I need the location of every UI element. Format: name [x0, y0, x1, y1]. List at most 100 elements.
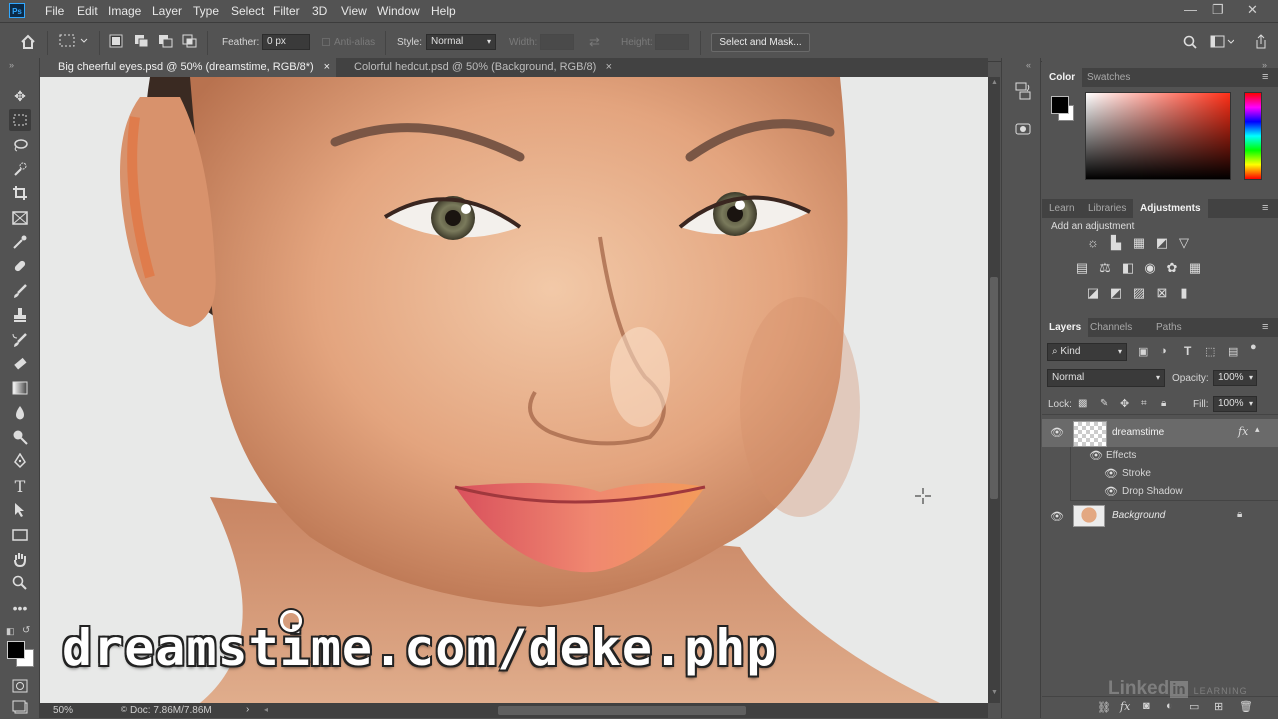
menu-image[interactable]: Image [108, 4, 141, 18]
history-brush-tool-icon[interactable] [9, 329, 31, 351]
panel-menu-icon[interactable]: ≡ [1262, 202, 1268, 214]
stamp-tool-icon[interactable] [9, 304, 31, 326]
hue-saturation-icon[interactable]: ▤ [1074, 261, 1090, 275]
levels-icon[interactable]: ▙ [1108, 236, 1124, 250]
layer-row-background[interactable]: 👁︎ Background 🔒︎ [1042, 504, 1278, 528]
lasso-tool-icon[interactable] [9, 134, 31, 156]
scroll-left-icon[interactable]: ◂ [264, 705, 268, 714]
move-tool-icon[interactable]: ✥ [9, 85, 31, 107]
brightness-icon[interactable]: ☼ [1085, 236, 1101, 250]
menu-edit[interactable]: Edit [77, 4, 98, 18]
filter-type-icon[interactable]: T [1184, 344, 1191, 358]
pen-tool-icon[interactable] [9, 450, 31, 472]
gradient-map-icon[interactable]: ▮ [1176, 286, 1192, 300]
menu-type[interactable]: Type [193, 4, 219, 18]
dodge-tool-icon[interactable] [9, 426, 31, 448]
antialias-checkbox[interactable] [322, 38, 330, 46]
color-lookup-icon[interactable]: ▦ [1187, 261, 1203, 275]
photo-filter-icon[interactable]: ◉ [1142, 261, 1158, 275]
style-select[interactable]: Normal ▾ [426, 34, 496, 50]
lock-artboard-icon[interactable]: ⌗ [1141, 398, 1147, 409]
subtract-selection-icon[interactable] [158, 34, 174, 48]
rectangle-tool-icon[interactable] [9, 524, 31, 546]
menu-file[interactable]: File [45, 4, 64, 18]
delete-layer-icon[interactable]: 🗑︎ [1239, 700, 1253, 713]
marquee-preset-icon[interactable] [59, 34, 89, 48]
close-window-button[interactable]: ✕ [1247, 2, 1258, 18]
restore-button[interactable]: ❐ [1212, 2, 1224, 18]
swap-dimensions-icon[interactable]: ⇄ [589, 34, 600, 50]
horizontal-scrollbar[interactable]: ◂ [262, 703, 988, 718]
close-tab-icon[interactable]: × [606, 58, 612, 77]
tab-color[interactable]: Color [1042, 68, 1083, 87]
document-canvas[interactable]: dreamstime.com/deke.php [40, 77, 988, 703]
history-panel-icon[interactable] [1015, 82, 1031, 100]
minimize-button[interactable]: — [1184, 2, 1197, 17]
properties-panel-icon[interactable] [1015, 120, 1031, 138]
quick-select-tool-icon[interactable] [9, 158, 31, 180]
tab-libraries[interactable]: Libraries [1081, 199, 1133, 218]
collapse-icon[interactable]: » [9, 60, 14, 70]
effect-drop-shadow[interactable]: Drop Shadow [1122, 486, 1183, 497]
scroll-down-icon[interactable]: ▼ [991, 689, 998, 696]
lock-transparent-icon[interactable]: ▩ [1078, 398, 1087, 409]
fx-badge-icon[interactable]: fx [1238, 425, 1248, 438]
selective-color-icon[interactable]: ⊠ [1154, 286, 1170, 300]
more-tools-icon[interactable]: ••• [9, 597, 31, 619]
curves-icon[interactable]: ▦ [1131, 236, 1147, 250]
default-colors-icon[interactable]: ◧ [6, 626, 15, 637]
tab-swatches[interactable]: Swatches [1080, 68, 1137, 87]
menu-layer[interactable]: Layer [152, 4, 182, 18]
stroke-eye-icon[interactable]: 👁︎ [1104, 467, 1118, 480]
hand-tool-icon[interactable] [9, 548, 31, 570]
menu-select[interactable]: Select [231, 4, 264, 18]
quick-mask-icon[interactable] [9, 675, 31, 697]
blur-tool-icon[interactable] [9, 402, 31, 424]
filter-pixel-icon[interactable]: ▣ [1138, 345, 1148, 358]
filter-smart-object-icon[interactable]: ▤ [1228, 345, 1238, 358]
effect-stroke[interactable]: Stroke [1122, 468, 1151, 479]
brush-tool-icon[interactable] [9, 280, 31, 302]
scroll-up-icon[interactable]: ▲ [991, 79, 998, 86]
marquee-tool-icon[interactable] [9, 109, 31, 131]
type-tool-icon[interactable]: T [9, 475, 31, 497]
home-icon[interactable] [20, 34, 36, 49]
foreground-color-swatch[interactable] [7, 641, 25, 659]
panel-menu-icon[interactable]: ≡ [1262, 71, 1268, 83]
share-icon[interactable] [1254, 34, 1268, 50]
effects-eye-icon[interactable]: 👁︎ [1089, 449, 1103, 462]
menu-3d[interactable]: 3D [312, 4, 327, 18]
scroll-thumb[interactable] [498, 706, 746, 715]
menu-window[interactable]: Window [377, 4, 420, 18]
select-and-mask-button[interactable]: Select and Mask... [711, 33, 810, 52]
menu-help[interactable]: Help [431, 4, 456, 18]
tab-adjustments[interactable]: Adjustments [1133, 199, 1208, 218]
workspace-icon[interactable] [1210, 35, 1234, 49]
vertical-scrollbar[interactable]: ▲ ▼ [988, 77, 1000, 703]
path-select-tool-icon[interactable] [9, 499, 31, 521]
eyedropper-tool-icon[interactable] [9, 231, 31, 253]
intersect-selection-icon[interactable] [182, 34, 198, 48]
visibility-eye-icon[interactable]: 👁︎ [1050, 510, 1064, 523]
new-selection-icon[interactable] [109, 34, 123, 48]
tab-layers[interactable]: Layers [1042, 318, 1089, 337]
screen-mode-icon[interactable] [9, 696, 31, 718]
filter-toggle-icon[interactable]: ● [1250, 341, 1257, 353]
lock-all-icon[interactable]: 🔒︎ [1161, 398, 1166, 409]
blend-mode-select[interactable]: Normal ▾ [1047, 369, 1165, 387]
channel-mixer-icon[interactable]: ✿ [1164, 261, 1180, 275]
search-icon[interactable] [1183, 35, 1197, 49]
frame-tool-icon[interactable] [9, 207, 31, 229]
panel-menu-icon[interactable]: ≡ [1262, 321, 1268, 333]
exposure-icon[interactable]: ◩ [1154, 236, 1170, 250]
fill-input[interactable]: 100% ▾ [1213, 396, 1257, 412]
invert-icon[interactable]: ◪ [1085, 286, 1101, 300]
height-input[interactable] [655, 34, 689, 50]
add-style-icon[interactable]: fx [1120, 700, 1130, 713]
feather-input[interactable]: 0 px [262, 34, 310, 50]
gradient-tool-icon[interactable] [9, 377, 31, 399]
new-adjustment-icon[interactable]: ◐ [1166, 700, 1173, 712]
new-group-icon[interactable]: ▭ [1189, 700, 1199, 713]
tab-colorful-hedcut[interactable]: Colorful hedcut.psd @ 50% (Background, R… [336, 58, 618, 77]
vibrance-icon[interactable]: ▽ [1176, 236, 1192, 250]
